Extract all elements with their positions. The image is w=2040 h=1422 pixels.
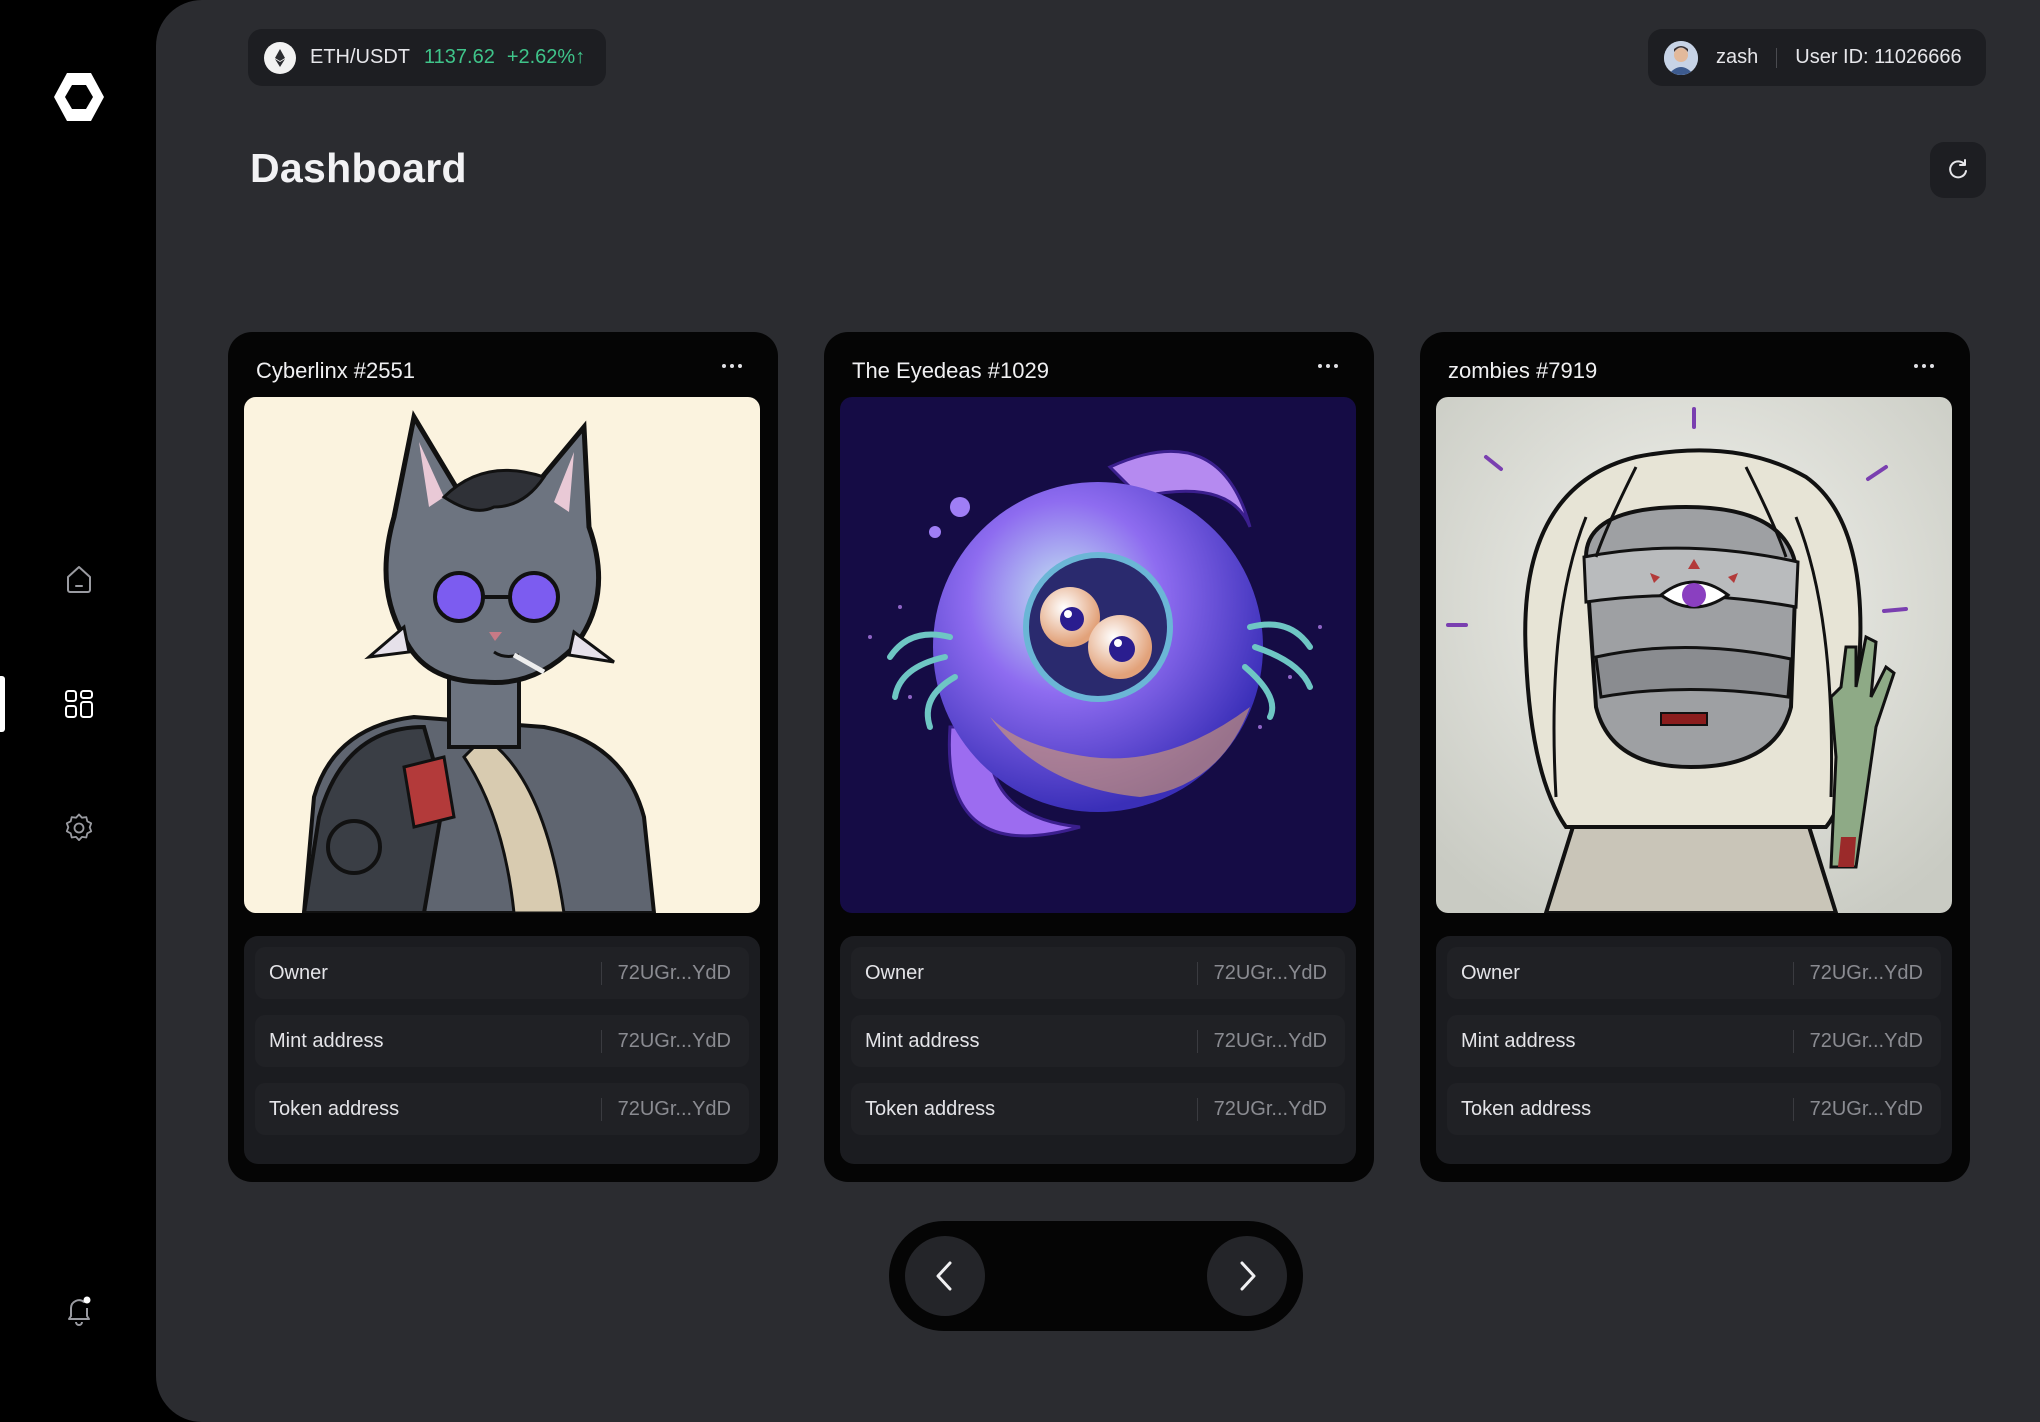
main-panel: ETH/USDT 1137.62 +2.62%↑ zash User ID: 1… xyxy=(156,0,2040,1422)
sidebar-item-settings[interactable] xyxy=(55,804,103,852)
row-value[interactable]: 72UGr...YdD xyxy=(1792,1029,1923,1053)
active-nav-indicator xyxy=(0,676,5,732)
page-title: Dashboard xyxy=(250,145,467,191)
nft-info-panel: Owner 72UGr...YdD Mint address 72UGr...Y… xyxy=(840,936,1356,1164)
nft-image-zombie xyxy=(1436,397,1952,913)
carousel-pager xyxy=(889,1221,1303,1331)
row-value[interactable]: 72UGr...YdD xyxy=(1196,1097,1327,1121)
owner-row: Owner 72UGr...YdD xyxy=(851,947,1345,999)
next-button[interactable] xyxy=(1207,1236,1287,1316)
nft-image-lynx xyxy=(244,397,760,913)
row-value[interactable]: 72UGr...YdD xyxy=(1792,1097,1923,1121)
nft-info-panel: Owner 72UGr...YdD Mint address 72UGr...Y… xyxy=(1436,936,1952,1164)
row-label: Owner xyxy=(865,961,924,984)
ticker-price: 1137.62 xyxy=(424,46,495,68)
sidebar-item-home[interactable] xyxy=(55,555,103,603)
chevron-left-icon xyxy=(936,1261,952,1291)
card-title: Cyberlinx #2551 xyxy=(256,358,415,383)
ticker-pair: ETH/USDT xyxy=(310,46,410,68)
price-ticker[interactable]: ETH/USDT 1137.62 +2.62%↑ xyxy=(248,29,606,86)
logo-icon[interactable] xyxy=(52,70,106,124)
card-more-menu[interactable] xyxy=(1906,354,1942,378)
avatar xyxy=(1664,40,1698,75)
mint-address-row: Mint address 72UGr...YdD xyxy=(255,1015,749,1067)
ethereum-icon xyxy=(264,41,296,74)
username: zash xyxy=(1716,46,1759,68)
nft-info-panel: Owner 72UGr...YdD Mint address 72UGr...Y… xyxy=(244,936,760,1164)
app-frame: ETH/USDT 1137.62 +2.62%↑ zash User ID: 1… xyxy=(0,0,2040,1422)
row-label: Mint address xyxy=(269,1029,384,1052)
token-address-row: Token address 72UGr...YdD xyxy=(851,1083,1345,1135)
row-label: Token address xyxy=(1461,1097,1592,1120)
token-address-row: Token address 72UGr...YdD xyxy=(1447,1083,1941,1135)
nft-card[interactable]: zombies #7919 Owner 72UGr...YdD Mint add… xyxy=(1420,332,1970,1182)
nft-card[interactable]: Cyberlinx #2551 Owner 72UGr...YdD Mint a… xyxy=(228,332,778,1182)
row-label: Mint address xyxy=(865,1029,980,1052)
user-chip[interactable]: zash User ID: 11026666 xyxy=(1648,29,1986,86)
nft-image-eyedea xyxy=(840,397,1356,913)
card-title: zombies #7919 xyxy=(1448,358,1598,383)
row-label: Owner xyxy=(269,961,328,984)
card-more-menu[interactable] xyxy=(1310,354,1346,378)
row-value[interactable]: 72UGr...YdD xyxy=(600,1029,731,1053)
mint-address-row: Mint address 72UGr...YdD xyxy=(851,1015,1345,1067)
ticker-change: +2.62%↑ xyxy=(506,46,586,68)
refresh-icon xyxy=(1949,159,1967,179)
row-value[interactable]: 72UGr...YdD xyxy=(600,1097,731,1121)
row-label: Token address xyxy=(865,1097,996,1120)
mint-address-row: Mint address 72UGr...YdD xyxy=(1447,1015,1941,1067)
sidebar xyxy=(0,0,156,1422)
card-more-menu[interactable] xyxy=(714,354,750,378)
sidebar-item-dashboard[interactable] xyxy=(55,680,103,728)
refresh-button[interactable] xyxy=(1930,142,1986,198)
row-value[interactable]: 72UGr...YdD xyxy=(1196,1029,1327,1053)
chevron-right-icon xyxy=(1240,1261,1256,1291)
owner-row: Owner 72UGr...YdD xyxy=(255,947,749,999)
token-address-row: Token address 72UGr...YdD xyxy=(255,1083,749,1135)
owner-row: Owner 72UGr...YdD xyxy=(1447,947,1941,999)
divider xyxy=(1776,47,1778,68)
nft-card[interactable]: The Eyedeas #1029 Owner 72UGr...YdD Mint… xyxy=(824,332,1374,1182)
home-icon xyxy=(67,566,91,593)
row-value[interactable]: 72UGr...YdD xyxy=(1792,961,1923,985)
bell-icon xyxy=(68,1296,91,1326)
sidebar-item-notifications[interactable] xyxy=(55,1286,103,1334)
user-id: User ID: 11026666 xyxy=(1795,46,1962,68)
grid-icon xyxy=(65,690,93,718)
row-value[interactable]: 72UGr...YdD xyxy=(600,961,731,985)
gear-icon xyxy=(65,813,93,841)
row-label: Token address xyxy=(269,1097,400,1120)
row-label: Mint address xyxy=(1461,1029,1576,1052)
row-value[interactable]: 72UGr...YdD xyxy=(1196,961,1327,985)
card-title: The Eyedeas #1029 xyxy=(852,358,1049,383)
row-label: Owner xyxy=(1461,961,1520,984)
previous-button[interactable] xyxy=(905,1236,985,1316)
